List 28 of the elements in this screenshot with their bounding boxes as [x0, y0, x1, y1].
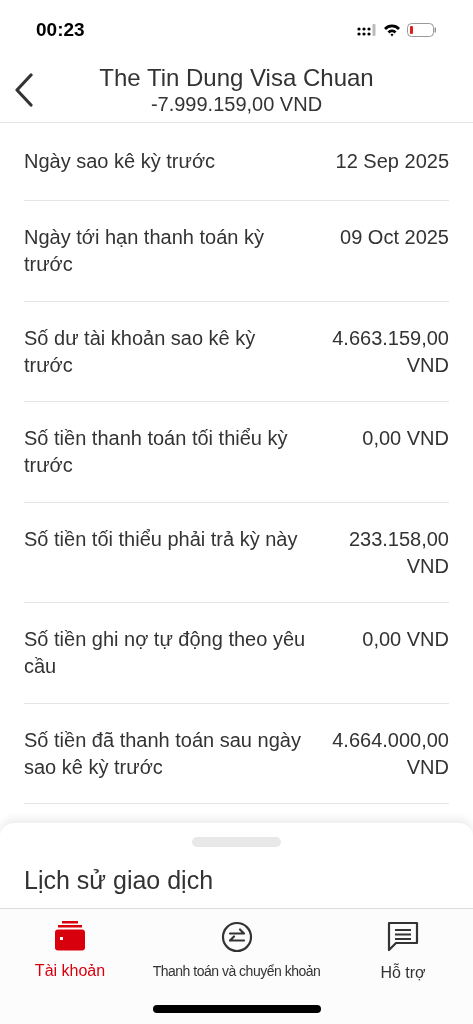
row-value: 233.158,00 VND	[347, 526, 449, 579]
signal-icon	[357, 24, 377, 36]
nav-tab[interactable]: Thanh toán và chuyển khoản	[149, 921, 324, 985]
row-label: Ngày sao kê kỳ trước	[24, 149, 216, 174]
row-value: 4.663.159,00 VND	[331, 325, 449, 378]
battery-icon	[407, 23, 437, 37]
row-label: Ngày tới hạn thanh toán kỳ trước	[24, 225, 265, 277]
row-label: Số dư tài khoản sao kê kỳ trước	[24, 325, 257, 378]
status-time: 00:23	[36, 17, 85, 42]
row-label: Số tiền ghi nợ tự động theo yêu cầu	[24, 627, 307, 679]
row-value: 4.664.000,00 VND	[331, 727, 449, 780]
card-title: The Tin Dung Visa Chuan	[99, 64, 374, 92]
row-label: Số tiền tối thiểu phải trả kỳ này	[24, 526, 299, 552]
nav-tab[interactable]: Hỗ trợ	[343, 921, 463, 985]
chat-icon	[387, 921, 419, 953]
back-icon	[14, 73, 34, 107]
row-value: 0,00 VND	[361, 426, 449, 451]
sheet-title: Lịch sử giao dịch	[23, 865, 215, 895]
wallet-icon	[54, 921, 86, 951]
card-balance: -7.999.159,00 VND	[150, 92, 323, 116]
row-label: Số tiền thanh toán tối thiểu kỳ trước	[24, 426, 289, 478]
wifi-icon	[383, 23, 401, 37]
row-value: 0,00 VND	[361, 627, 449, 652]
row-value: 09 Oct 2025	[339, 225, 449, 250]
row-label: Số tiền đã thanh toán sau ngày sao kê kỳ trước	[24, 727, 302, 780]
nav-tab[interactable]: Tài khoản	[10, 921, 130, 985]
exchange-icon	[220, 921, 253, 953]
row-value: 12 Sep 2025	[334, 149, 449, 174]
